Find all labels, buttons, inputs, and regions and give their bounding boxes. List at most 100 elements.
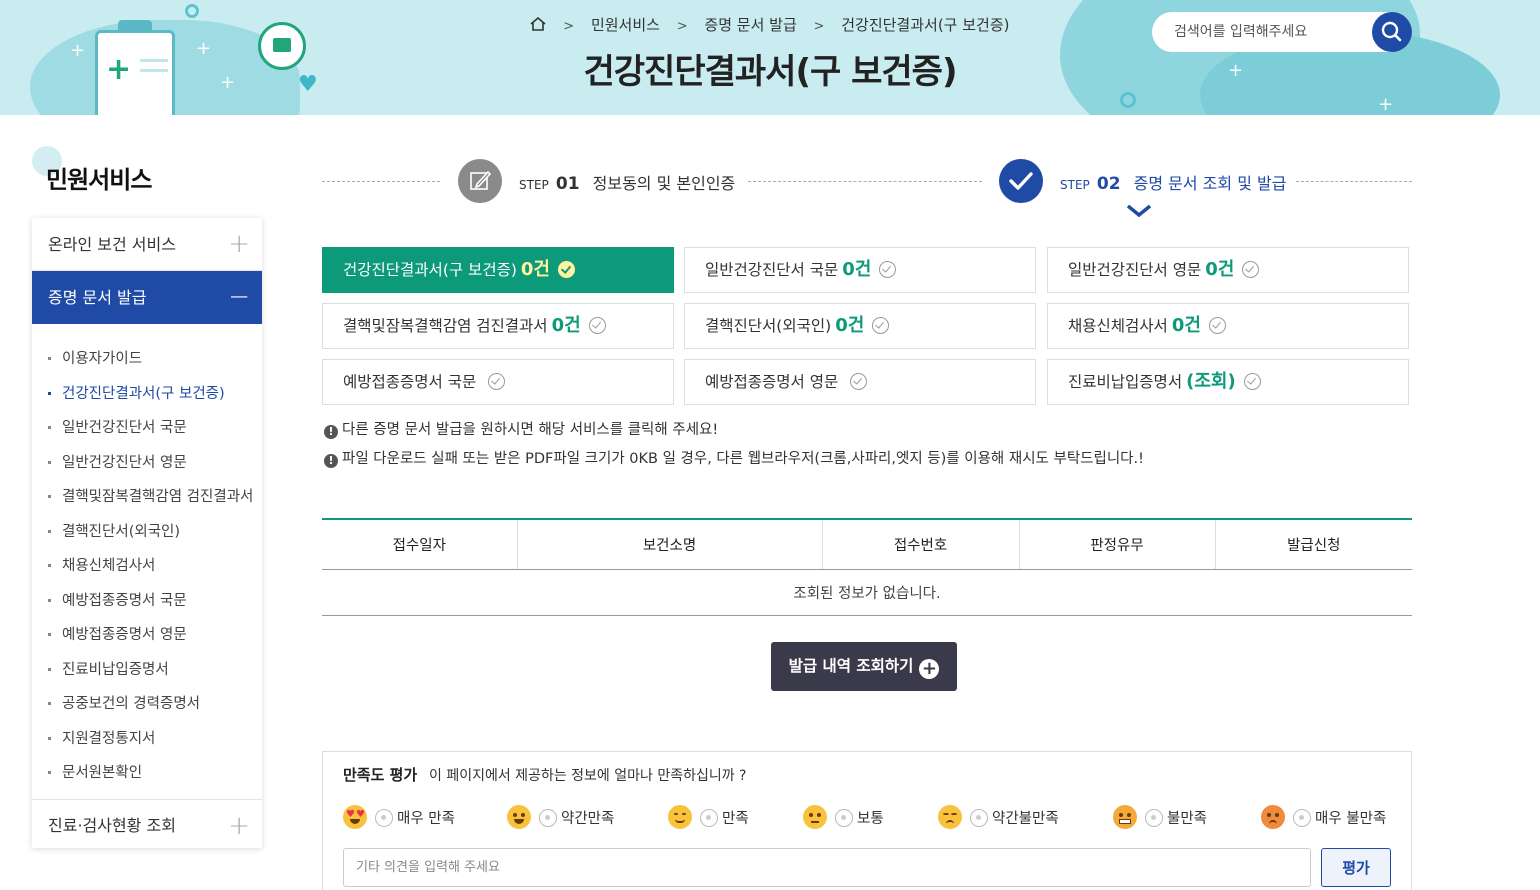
plus-icon: + [228, 229, 250, 259]
doc-label: 채용신체검사서 [1068, 317, 1168, 335]
step-01-label: STEP 01 정보동의 및 본인인증 [519, 170, 735, 194]
sidebar-subitem[interactable]: 진료비납입증명서 [32, 653, 262, 688]
sidebar-item-treatment-status[interactable]: 진료·검사현황 조회 + [32, 800, 262, 852]
rating-option[interactable]: ♥ ♥ 매우 만족 [343, 804, 455, 834]
doc-label: 일반건강진단서 영문 [1068, 261, 1202, 279]
rating-label: 불만족 [1167, 811, 1208, 827]
rating-option[interactable]: 매우 불만족 [1261, 804, 1386, 834]
sidebar-subitem[interactable]: 지원결정통지서 [32, 722, 262, 757]
table-row: 조회된 정보가 없습니다. [322, 569, 1412, 616]
column-header: 판정유무 [1019, 519, 1216, 570]
info-icon: ! [324, 425, 338, 439]
sidebar-subitem[interactable]: 결핵및잠복결핵감염 검진결과서 [32, 480, 262, 515]
sidebar-subitem[interactable]: 일반건강진단서 국문 [32, 411, 262, 446]
sidebar-subitem-label: 예방접종증명서 국문 [62, 592, 187, 609]
doc-tb-foreigner[interactable]: 결핵진단서(외국인) 0건 [684, 303, 1036, 349]
unamused-icon [938, 805, 962, 829]
sidebar-subitem[interactable]: 예방접종증명서 영문 [32, 618, 262, 653]
doc-label: 결핵및잠복결핵감염 검진결과서 [343, 317, 548, 335]
submit-rating-button[interactable]: 평가 [1321, 848, 1391, 887]
info-icon: ! [324, 454, 338, 468]
search-button[interactable] [1372, 12, 1412, 52]
banner-decoration [1120, 92, 1136, 108]
edit-icon [470, 170, 492, 190]
doc-count: 0건 [1205, 259, 1235, 280]
sidebar-subitem[interactable]: 채용신체검사서 [32, 549, 262, 584]
rating-option[interactable]: 약간불만족 [938, 804, 1059, 834]
radio-button[interactable] [700, 809, 718, 827]
doc-count: (조회) [1186, 371, 1236, 392]
doc-tuberculosis[interactable]: 결핵및잠복결핵감염 검진결과서 0건 [322, 303, 674, 349]
doc-vaccination-kr[interactable]: 예방접종증명서 국문 [322, 359, 674, 405]
rating-option[interactable]: 보통 [803, 804, 884, 834]
doc-count: 0건 [551, 315, 581, 336]
notice-line: ! 파일 다운로드 실패 또는 받은 PDF파일 크기가 0KB 일 경우, 다른… [324, 447, 1144, 468]
sidebar-item-certificates[interactable]: 증명 문서 발급 − [32, 271, 262, 324]
sidebar-item-online-health[interactable]: 온라인 보건 서비스 + [32, 218, 262, 271]
doc-count: 0건 [835, 315, 865, 336]
sidebar-subitem[interactable]: 이용자가이드 [32, 342, 262, 377]
comment-input[interactable] [343, 848, 1311, 887]
search-input[interactable] [1152, 12, 1372, 52]
sidebar-subitem[interactable]: 예방접종증명서 국문 [32, 584, 262, 619]
doc-employment-exam[interactable]: 채용신체검사서 0건 [1047, 303, 1409, 349]
check-circle-icon [1243, 373, 1261, 390]
breadcrumb-item-current[interactable]: 건강진단결과서(구 보건증) [841, 16, 1009, 34]
sidebar-subitem-label: 일반건강진단서 국문 [62, 420, 187, 436]
rating-label: 매우 불만족 [1315, 811, 1387, 827]
sidebar-submenu: 이용자가이드 건강진단결과서(구 보건증) 일반건강진단서 국문 일반건강진단서… [32, 324, 262, 800]
doc-label: 예방접종증명서 영문 [705, 373, 839, 391]
doc-label: 일반건강진단서 국문 [705, 261, 839, 279]
grimace-icon [1113, 805, 1137, 829]
sidebar-subitem-label: 일반건강진단서 영문 [62, 454, 187, 471]
doc-general-kr[interactable]: 일반건강진단서 국문 0건 [684, 247, 1036, 293]
rating-label: 보통 [857, 811, 884, 827]
step-02-label: STEP 02 증명 문서 조회 및 발급 [1060, 170, 1286, 194]
plus-icon: + [228, 810, 250, 841]
sparkle-icon: + [1378, 94, 1394, 115]
doc-count: 0건 [520, 259, 550, 280]
sidebar-subitem-label: 예방접종증명서 영문 [62, 627, 187, 643]
breadcrumb-item[interactable]: 민원서비스 [591, 16, 660, 34]
doc-vaccination-en[interactable]: 예방접종증명서 영문 [684, 359, 1036, 405]
check-circle-icon [588, 317, 606, 334]
sidebar-subitem-label: 이용자가이드 [62, 351, 143, 367]
radio-button[interactable] [539, 809, 557, 827]
breadcrumb-item[interactable]: 증명 문서 발급 [704, 16, 796, 34]
view-issue-history-button[interactable]: 발급 내역 조회하기 + [771, 642, 957, 691]
search-box [1152, 12, 1412, 52]
radio-button[interactable] [375, 809, 393, 827]
radio-button[interactable] [970, 809, 988, 827]
rating-label: 매우 만족 [397, 811, 455, 827]
sidebar-subitem[interactable]: 결핵진단서(외국인) [32, 515, 262, 550]
grin-icon [507, 805, 531, 829]
doc-general-en[interactable]: 일반건강진단서 영문 0건 [1047, 247, 1409, 293]
doc-label: 예방접종증명서 국문 [343, 373, 477, 391]
radio-button[interactable] [1293, 809, 1311, 827]
radio-button[interactable] [1145, 809, 1163, 827]
check-icon [1009, 172, 1033, 190]
step-prefix: STEP [1060, 178, 1090, 192]
step-title: 정보동의 및 본인인증 [592, 174, 736, 193]
check-circle-icon [879, 261, 897, 278]
radio-button[interactable] [835, 809, 853, 827]
sidebar-subitem-label: 결핵및잠복결핵감염 검진결과서 [62, 489, 254, 505]
sidebar-subitem[interactable]: 공중보건의 경력증명서 [32, 687, 262, 722]
doc-health-certificate[interactable]: 건강진단결과서(구 보건증) 0건 [322, 247, 674, 293]
home-icon[interactable] [530, 17, 546, 31]
step-number: 01 [555, 174, 580, 194]
notice-text: 파일 다운로드 실패 또는 받은 PDF파일 크기가 0KB 일 경우, 다른 … [342, 451, 1144, 467]
sidebar-subitem-current[interactable]: 건강진단결과서(구 보건증) [32, 377, 262, 412]
step-divider [1296, 181, 1412, 182]
check-circle-icon [1242, 261, 1260, 278]
rating-option[interactable]: 약간만족 [507, 804, 614, 834]
sidebar-subitem-label: 공중보건의 경력증명서 [62, 696, 201, 712]
sidebar-subitem[interactable]: 일반건강진단서 영문 [32, 446, 262, 481]
rating-option[interactable]: 만족 [668, 804, 749, 834]
heart-eyes-icon: ♥ ♥ [343, 805, 367, 829]
doc-payment-certificate[interactable]: 진료비납입증명서 (조회) [1047, 359, 1409, 405]
doc-count: 0건 [1171, 315, 1201, 336]
sidebar-subitem-label: 채용신체검사서 [62, 558, 156, 574]
rating-option[interactable]: 불만족 [1113, 804, 1207, 834]
sidebar-subitem[interactable]: 문서원본확인 [32, 756, 262, 791]
